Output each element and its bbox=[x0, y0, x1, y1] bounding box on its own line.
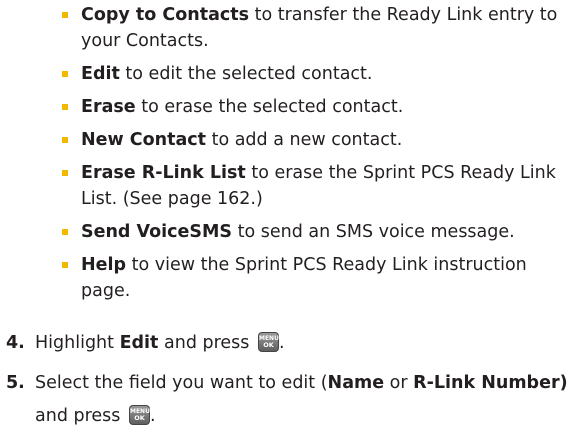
option-desc: to erase the selected contact. bbox=[135, 97, 404, 117]
key-label-bottom: OK bbox=[263, 341, 274, 349]
step-term: Edit bbox=[119, 333, 159, 353]
step-5: 5. Select the field you want to edit (Nam… bbox=[0, 367, 570, 433]
step-term: R-Link Number) bbox=[413, 373, 568, 393]
option-erase: Erase to erase the selected contact. bbox=[62, 94, 567, 120]
option-term: Erase R-Link List bbox=[81, 163, 246, 183]
bullet-square-icon bbox=[62, 229, 68, 235]
option-desc: to add a new contact. bbox=[206, 130, 403, 150]
bullet-square-icon bbox=[62, 262, 68, 268]
option-copy-to-contacts: Copy to Contacts to transfer the Ready L… bbox=[62, 2, 567, 54]
option-erase-r-link-list: Erase R-Link List to erase the Sprint PC… bbox=[62, 160, 567, 212]
bullet-square-icon bbox=[62, 71, 68, 77]
bullet-square-icon bbox=[62, 137, 68, 143]
step-text: Highlight bbox=[35, 333, 120, 353]
step-text: Select the field you want to edit ( bbox=[35, 373, 328, 393]
step-4: 4. Highlight Edit and press MENU OK. bbox=[0, 327, 570, 360]
option-new-contact: New Contact to add a new contact. bbox=[62, 127, 567, 153]
option-term: Help bbox=[81, 255, 127, 275]
step-number: 5. bbox=[6, 373, 25, 393]
bullet-square-icon bbox=[62, 170, 68, 176]
steps-list: 4. Highlight Edit and press MENU OK. 5. Sel… bbox=[0, 327, 570, 440]
option-term: Copy to Contacts bbox=[81, 5, 250, 25]
option-desc: to view the Sprint PCS Ready Link instru… bbox=[81, 255, 527, 301]
option-send-voicesms: Send VoiceSMS to send an SMS voice messa… bbox=[62, 219, 567, 245]
option-help: Help to view the Sprint PCS Ready Link i… bbox=[62, 252, 567, 304]
step-number: 4. bbox=[6, 333, 25, 353]
menu-ok-key-icon: MENU OK bbox=[128, 405, 150, 425]
step-text: and press bbox=[35, 406, 126, 426]
option-term: Erase bbox=[81, 97, 136, 117]
option-desc: to send an SMS voice message. bbox=[232, 222, 515, 242]
key-label-bottom: OK bbox=[134, 414, 145, 422]
bullet-square-icon bbox=[62, 104, 68, 110]
menu-ok-key-icon: MENU OK bbox=[257, 332, 279, 352]
option-term: Send VoiceSMS bbox=[81, 222, 233, 242]
step-term: Name bbox=[327, 373, 385, 393]
option-term: New Contact bbox=[81, 130, 207, 150]
step-text: and press bbox=[158, 333, 255, 353]
options-list: Copy to Contacts to transfer the Ready L… bbox=[62, 2, 567, 311]
bullet-square-icon bbox=[62, 12, 68, 18]
step-text: or bbox=[384, 373, 414, 393]
option-term: Edit bbox=[81, 64, 120, 84]
option-desc: to edit the selected contact. bbox=[119, 64, 373, 84]
option-edit: Edit to edit the selected contact. bbox=[62, 61, 567, 87]
